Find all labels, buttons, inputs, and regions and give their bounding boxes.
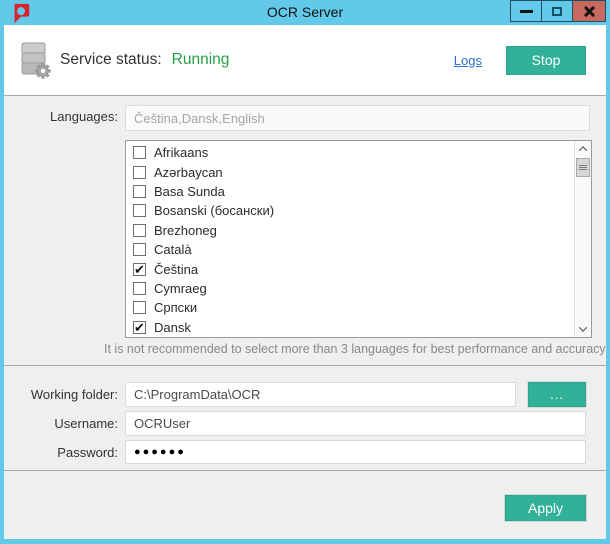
languages-note: It is not recommended to select more tha… xyxy=(104,342,606,356)
language-list-item[interactable]: Српски xyxy=(126,298,591,317)
language-list-item[interactable]: Brezhoneg xyxy=(126,221,591,240)
working-folder-label: Working folder: xyxy=(4,387,118,402)
maximize-icon xyxy=(552,7,562,16)
content-area: Service status: Running Logs Stop Langua… xyxy=(4,25,606,539)
language-list-item[interactable]: Basa Sunda xyxy=(126,182,591,201)
scrollbar[interactable] xyxy=(574,141,591,337)
language-list-item[interactable]: Azərbaycan xyxy=(126,162,591,181)
maximize-button[interactable] xyxy=(541,0,573,22)
working-folder-input[interactable] xyxy=(125,382,516,407)
database-service-icon xyxy=(16,40,52,80)
languages-list: Afrikaans Azərbaycan Basa Sunda Bosanski (б… xyxy=(126,141,591,338)
service-status-label: Service status: xyxy=(60,51,162,69)
footer-bar: Apply xyxy=(4,471,606,539)
checkbox-checked-icon[interactable]: ✔ xyxy=(133,321,146,334)
username-label: Username: xyxy=(4,416,118,431)
settings-form-panel: Working folder: ... Username: Password: xyxy=(4,366,606,471)
language-list-item[interactable]: Bosanski (босански) xyxy=(126,201,591,220)
checkbox-unchecked-icon[interactable] xyxy=(133,243,146,256)
languages-label: Languages: xyxy=(4,109,118,124)
checkbox-unchecked-icon[interactable] xyxy=(133,146,146,159)
scroll-up-button[interactable] xyxy=(575,141,591,157)
password-label: Password: xyxy=(4,445,118,460)
checkbox-unchecked-icon[interactable] xyxy=(133,282,146,295)
language-label: Català xyxy=(154,242,192,257)
scrollbar-thumb[interactable] xyxy=(576,158,590,177)
logs-link[interactable]: Logs xyxy=(454,53,482,68)
service-status-value: Running xyxy=(172,51,230,69)
language-label: Српски xyxy=(154,300,197,315)
close-icon xyxy=(583,5,596,18)
checkbox-unchecked-icon[interactable] xyxy=(133,185,146,198)
window-controls xyxy=(511,0,606,22)
language-list-item[interactable]: Deutsch xyxy=(126,337,591,338)
language-label: Afrikaans xyxy=(154,145,208,160)
username-input[interactable] xyxy=(125,411,586,436)
languages-summary-input[interactable] xyxy=(125,105,590,131)
language-list-item[interactable]: ✔ Dansk xyxy=(126,318,591,337)
scroll-down-button[interactable] xyxy=(575,321,591,337)
titlebar[interactable]: OCR Server xyxy=(0,0,610,25)
checkbox-unchecked-icon[interactable] xyxy=(133,224,146,237)
service-status-panel: Service status: Running Logs Stop xyxy=(4,25,606,96)
language-label: Dansk xyxy=(154,320,191,335)
language-list-item[interactable]: Afrikaans xyxy=(126,143,591,162)
language-label: Basa Sunda xyxy=(154,184,225,199)
browse-button[interactable]: ... xyxy=(528,382,586,407)
language-list-item[interactable]: Català xyxy=(126,240,591,259)
checkbox-unchecked-icon[interactable] xyxy=(133,204,146,217)
language-label: Azərbaycan xyxy=(154,165,223,180)
password-input[interactable] xyxy=(125,440,586,464)
close-button[interactable] xyxy=(572,0,606,22)
language-label: Brezhoneg xyxy=(154,223,217,238)
language-label: Bosanski (босански) xyxy=(154,203,274,218)
ocr-server-window: OCR Server xyxy=(0,0,610,544)
apply-button[interactable]: Apply xyxy=(505,495,586,521)
grip-icon xyxy=(579,165,587,170)
stop-button[interactable]: Stop xyxy=(506,46,586,75)
minimize-icon xyxy=(520,10,533,13)
chevron-down-icon xyxy=(579,323,587,331)
chevron-up-icon xyxy=(579,146,587,154)
language-label: Čeština xyxy=(154,262,198,277)
languages-listbox: Afrikaans Azərbaycan Basa Sunda Bosanski (б… xyxy=(125,140,592,338)
language-label: Cymraeg xyxy=(154,281,207,296)
language-list-item[interactable]: Cymraeg xyxy=(126,279,591,298)
languages-panel: Languages: Afrikaans Azərbaycan Basa Sunda… xyxy=(4,96,606,366)
minimize-button[interactable] xyxy=(510,0,542,22)
checkbox-checked-icon[interactable]: ✔ xyxy=(133,263,146,276)
checkbox-unchecked-icon[interactable] xyxy=(133,301,146,314)
language-list-item[interactable]: ✔ Čeština xyxy=(126,259,591,278)
checkbox-unchecked-icon[interactable] xyxy=(133,166,146,179)
